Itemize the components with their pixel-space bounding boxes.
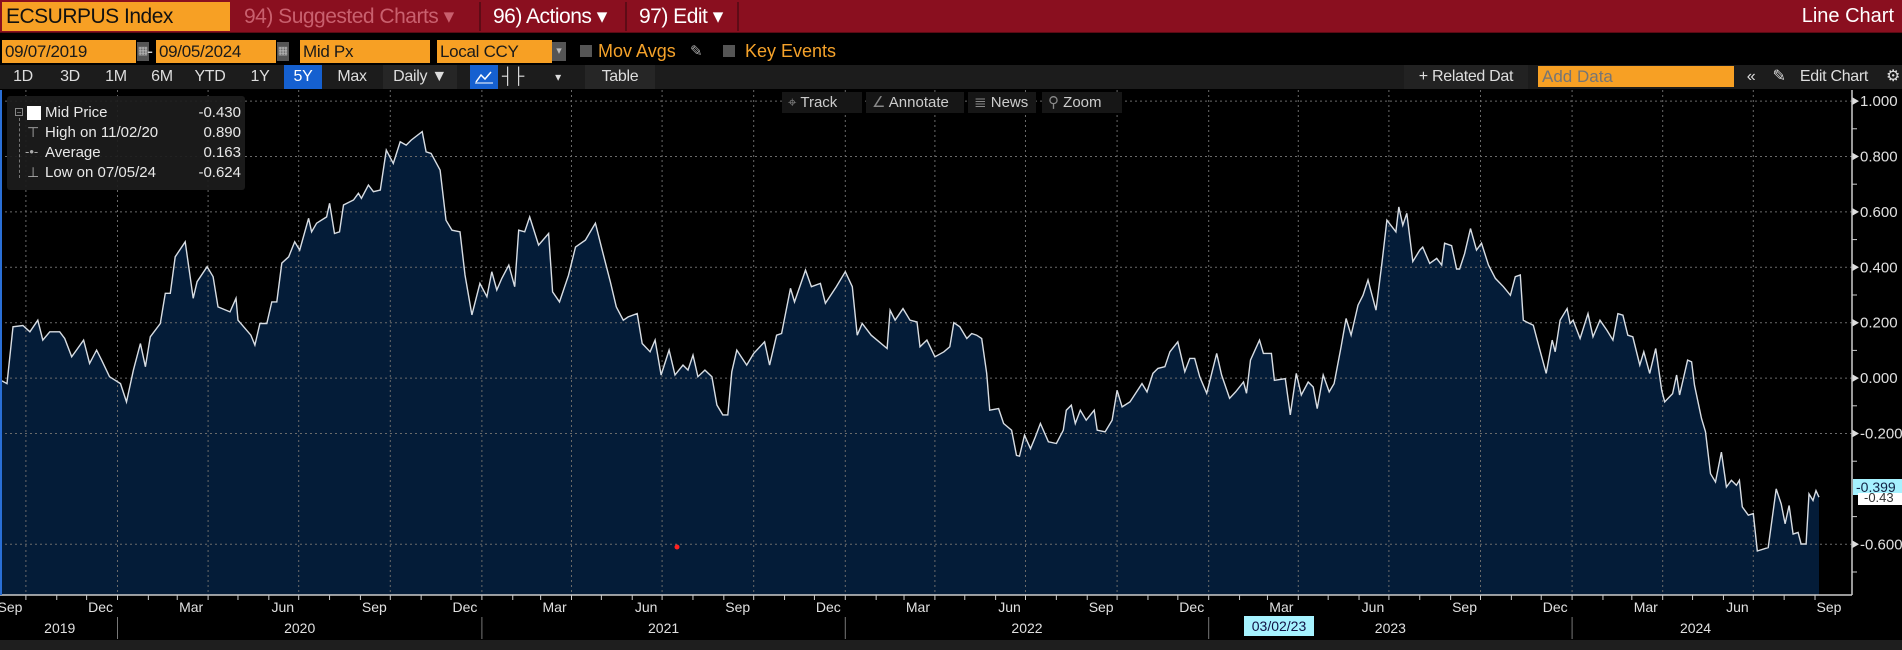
x-tick-label: Dec (1179, 599, 1204, 615)
bottom-panel (0, 640, 1902, 650)
news-label: News (990, 94, 1029, 111)
x-tick-label: Mar (906, 599, 930, 615)
x-tick-label: Mar (543, 599, 567, 615)
y-tick (1852, 207, 1859, 216)
crosshair-date-tag: 03/02/23 (1244, 616, 1314, 636)
x-tick-label: Dec (88, 599, 113, 615)
high-icon: ⊤ (27, 124, 40, 140)
average-icon: -•- (25, 144, 39, 159)
year-label: 2023 (1375, 620, 1406, 636)
event-marker[interactable] (674, 544, 680, 550)
year-label: 2019 (44, 620, 75, 636)
legend-row-average: Average 0.163 (45, 144, 241, 161)
annotate-icon: ∠ (872, 94, 889, 111)
x-tick-label: Sep (1452, 599, 1477, 615)
series-swatch[interactable] (27, 106, 41, 120)
y-tick (1852, 152, 1859, 161)
y-tick-label: -0.600 (1860, 536, 1902, 553)
legend: − Mid Price -0.430 ⊤ High on 11/02/20 0.89… (7, 96, 245, 190)
magnifier-icon: ⚲ (1048, 94, 1064, 111)
mid-value-tag: -0.43 (1858, 493, 1902, 505)
x-tick-label: Jun (1362, 599, 1385, 615)
y-tick-label: 1.000 (1860, 93, 1898, 110)
low-icon: ⊥ (27, 164, 40, 180)
legend-row-low: Low on 07/05/24 -0.624 (45, 164, 241, 181)
y-tick-label: 0.800 (1860, 148, 1898, 165)
y-tick-label: 0.400 (1860, 259, 1898, 276)
y-tick (1852, 97, 1859, 106)
news-tool[interactable]: ≣ News (968, 92, 1036, 113)
y-tick (1852, 429, 1859, 438)
x-tick-label: Jun (271, 599, 294, 615)
legend-tree-line (19, 118, 20, 178)
y-tick-label: -0.200 (1860, 425, 1902, 442)
zoom-tool[interactable]: ⚲ Zoom (1042, 92, 1122, 113)
crosshair-icon: ⌖ (788, 94, 801, 111)
track-tool[interactable]: ⌖ Track (782, 92, 862, 113)
y-tick (1852, 263, 1859, 272)
x-tick-label: Sep (725, 599, 750, 615)
x-tick-label: Dec (816, 599, 841, 615)
news-icon: ≣ (974, 94, 991, 111)
annotate-label: Annotate (888, 94, 949, 111)
y-tick (1852, 318, 1859, 327)
x-tick-label: Sep (362, 599, 387, 615)
year-label: 2022 (1011, 620, 1042, 636)
x-tick-label: Sep (1089, 599, 1114, 615)
year-label: 2021 (648, 620, 679, 636)
y-tick-label: 0.000 (1860, 370, 1898, 387)
x-tick-label: Mar (179, 599, 203, 615)
x-tick-label: Jun (1726, 599, 1749, 615)
x-tick-label: Dec (453, 599, 478, 615)
x-tick-label: Jun (998, 599, 1021, 615)
x-tick-label: Sep (1816, 599, 1841, 615)
area-fill (2, 131, 1819, 595)
x-tick-label: Jun (635, 599, 658, 615)
x-tick-label: Mar (1634, 599, 1658, 615)
legend-row-mid-price: Mid Price -0.430 (45, 104, 241, 121)
year-label: 2024 (1680, 620, 1711, 636)
annotate-tool[interactable]: ∠ Annotate (866, 92, 964, 113)
year-label: 2020 (284, 620, 315, 636)
y-tick-label: 0.200 (1860, 315, 1898, 332)
legend-row-high: High on 11/02/20 0.890 (45, 124, 241, 141)
track-label: Track (800, 94, 838, 111)
zoom-label: Zoom (1063, 94, 1102, 111)
x-tick-label: Dec (1543, 599, 1568, 615)
y-tick-label: 0.600 (1860, 204, 1898, 221)
collapse-legend-icon[interactable]: − (15, 108, 23, 117)
y-tick (1852, 540, 1859, 549)
x-tick-label: Mar (1269, 599, 1293, 615)
x-tick-label: Sep (0, 599, 23, 615)
y-tick (1852, 374, 1859, 383)
